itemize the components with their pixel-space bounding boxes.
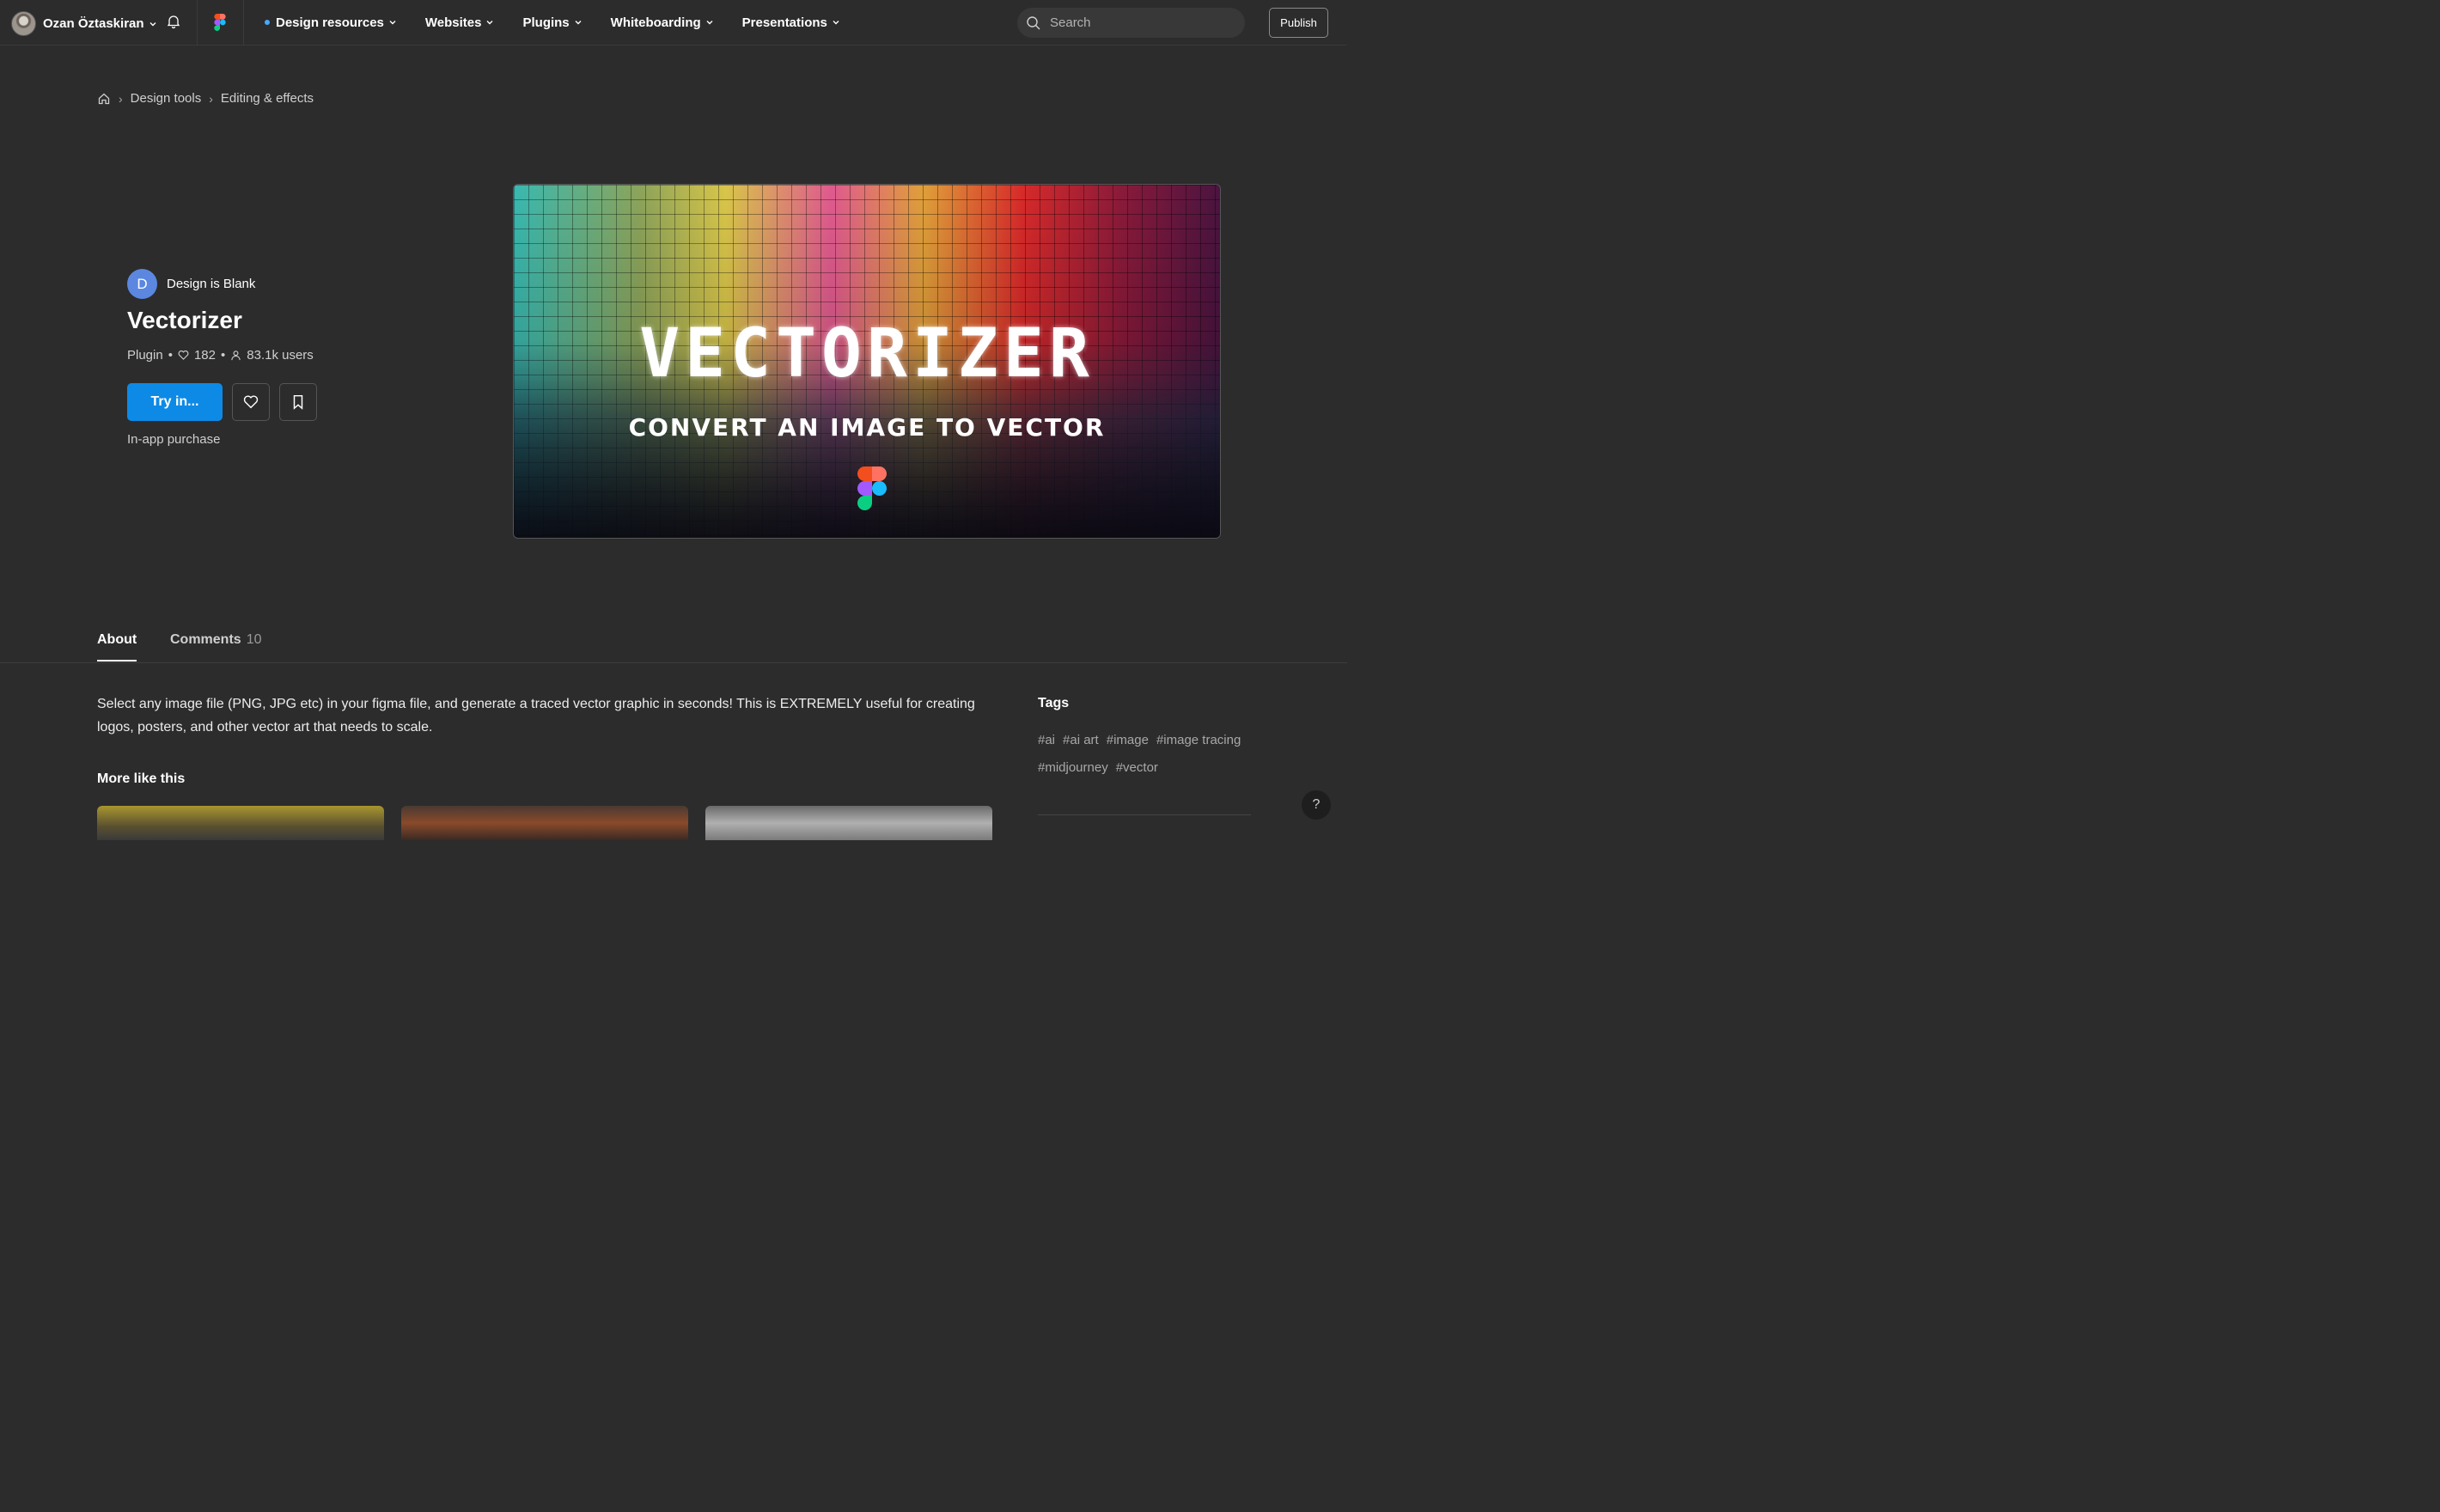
chevron-down-icon (833, 21, 839, 25)
nav-label: Design resources (276, 15, 384, 30)
related-plugin-card[interactable] (97, 806, 384, 840)
plugin-cover-image: VECTORIZER CONVERT AN IMAGE TO VECTOR (513, 184, 1221, 539)
main-nav: Design resources Websites Plugins Whiteb… (265, 0, 869, 45)
related-plugin-card[interactable] (705, 806, 992, 840)
bookmark-button[interactable] (279, 383, 317, 421)
publish-button[interactable]: Publish (1269, 8, 1328, 38)
nav-label: Presentations (741, 15, 827, 30)
nav-label: Websites (424, 15, 482, 30)
bookmark-icon (293, 394, 303, 410)
tag-link[interactable]: #midjourney (1038, 760, 1108, 775)
tag-list: #ai #ai art #image #image tracing #midjourne… (1038, 733, 1261, 788)
nav-item-presentations[interactable]: Presentations (742, 15, 841, 30)
like-button[interactable] (232, 383, 270, 421)
tab-bar: About Comments 10 (0, 620, 1347, 663)
help-button[interactable]: ? (1302, 790, 1331, 820)
cover-subtitle: CONVERT AN IMAGE TO VECTOR (628, 413, 1106, 442)
nav-item-whiteboarding[interactable]: Whiteboarding (611, 15, 715, 30)
home-icon[interactable] (97, 92, 111, 106)
like-count: 182 (193, 348, 216, 363)
chevron-down-icon (486, 21, 493, 25)
tab-comments[interactable]: Comments 10 (170, 632, 261, 648)
nav-item-plugins[interactable]: Plugins (522, 15, 583, 30)
cover-title: VECTORIZER (639, 315, 1095, 393)
plugin-description: Select any image file (PNG, JPG etc) in … (97, 697, 975, 735)
breadcrumb-separator: › (119, 91, 123, 106)
author[interactable]: D Design is Blank (127, 269, 255, 299)
chevron-down-icon (575, 21, 582, 25)
more-like-this-heading: More like this (97, 771, 186, 786)
tab-about[interactable]: About (97, 632, 137, 662)
chevron-down-icon (389, 21, 396, 25)
heart-icon (243, 395, 259, 409)
user-count: 83.1k users (247, 348, 314, 363)
comment-count: 10 (246, 632, 262, 647)
divider (1038, 814, 1251, 815)
breadcrumb-item[interactable]: Design tools (131, 91, 202, 106)
chevron-down-icon (706, 21, 713, 25)
heart-icon (178, 351, 189, 360)
author-avatar: D (127, 269, 157, 299)
tag-link[interactable]: #ai art (1063, 733, 1099, 747)
nav-label: Whiteboarding (610, 15, 701, 30)
try-in-button[interactable]: Try in... (127, 383, 223, 421)
user-name: Ozan Öztaskiran (43, 16, 144, 31)
divider (197, 0, 198, 45)
top-bar: Ozan Öztaskiran Design resources Website… (0, 0, 1347, 46)
figma-logo-icon (857, 466, 887, 510)
plugin-meta: Plugin • 182 • 83.1k users (127, 348, 314, 363)
breadcrumb: › Design tools › Editing & effects (97, 91, 314, 106)
breadcrumb-separator: › (209, 91, 213, 106)
tag-link[interactable]: #vector (1116, 760, 1158, 775)
related-plugin-card[interactable] (401, 806, 688, 840)
search-input[interactable] (1048, 15, 1223, 31)
page-title: Vectorizer (127, 307, 242, 333)
divider (243, 0, 244, 45)
bell-icon[interactable] (166, 14, 181, 29)
avatar (11, 11, 36, 36)
tag-link[interactable]: #ai (1038, 733, 1055, 747)
nav-item-design-resources[interactable]: Design resources (265, 15, 398, 30)
user-icon (231, 351, 241, 361)
tags-heading: Tags (1038, 696, 1070, 710)
breadcrumb-item[interactable]: Editing & effects (221, 91, 314, 106)
plugin-type: Plugin (127, 348, 163, 363)
tab-label: Comments (170, 632, 241, 647)
user-menu[interactable]: Ozan Öztaskiran (11, 11, 158, 36)
author-name: Design is Blank (167, 277, 256, 291)
search-icon (1027, 15, 1040, 29)
nav-label: Plugins (522, 15, 570, 30)
tag-link[interactable]: #image (1107, 733, 1149, 747)
separator-dot: • (221, 348, 226, 363)
purchase-note: In-app purchase (127, 432, 221, 447)
tag-link[interactable]: #image tracing (1156, 733, 1241, 747)
active-dot (265, 20, 270, 25)
nav-item-websites[interactable]: Websites (425, 15, 496, 30)
chevron-down-icon (149, 21, 156, 26)
figma-logo-icon[interactable] (214, 14, 226, 31)
search-box[interactable] (1017, 8, 1245, 38)
separator-dot: • (168, 348, 173, 363)
